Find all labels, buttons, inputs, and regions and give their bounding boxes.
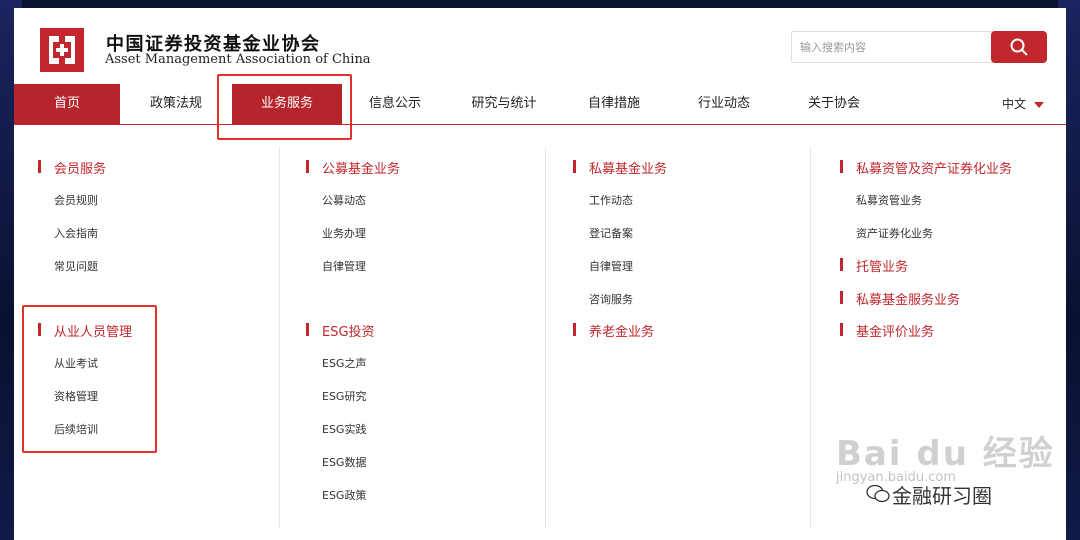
- dropdown-caret-icon: [1034, 101, 1045, 108]
- menu-item[interactable]: 自律管理: [589, 258, 633, 274]
- menu-section-member-services[interactable]: 会员服务: [37, 158, 106, 177]
- nav-about[interactable]: 关于协会: [788, 84, 880, 124]
- menu-section-pension[interactable]: 养老金业务: [572, 321, 654, 340]
- menu-item[interactable]: 后续培训: [54, 421, 98, 437]
- watermark: Bai du 经验: [836, 434, 1055, 474]
- menu-section-esg[interactable]: ESG投资: [306, 321, 375, 340]
- nav-self-regulation[interactable]: 自律措施: [568, 84, 660, 124]
- nav-research[interactable]: 研究与统计: [454, 84, 554, 124]
- menu-item[interactable]: 咨询服务: [589, 291, 633, 307]
- webpage: 中国证券投资基金业协会 Asset Management Association…: [14, 8, 1066, 540]
- menu-item[interactable]: 工作动态: [589, 192, 633, 208]
- menu-section-practitioner-management[interactable]: 从业人员管理: [37, 321, 132, 340]
- language-label: 中文: [1002, 97, 1027, 111]
- menu-item[interactable]: 常见问题: [54, 258, 98, 274]
- menu-item[interactable]: 私募资管业务: [856, 192, 922, 208]
- column-divider: [545, 148, 546, 528]
- menu-item[interactable]: ESG实践: [322, 421, 366, 437]
- menu-item[interactable]: 业务办理: [322, 225, 366, 241]
- nav-policy[interactable]: 政策法规: [130, 84, 222, 124]
- menu-item[interactable]: ESG政策: [322, 487, 366, 503]
- menu-section-custody[interactable]: 托管业务: [839, 256, 908, 275]
- column-divider: [279, 148, 280, 528]
- menu-item[interactable]: ESG之声: [322, 355, 366, 371]
- menu-section-private-funds[interactable]: 私募基金业务: [572, 158, 667, 177]
- menu-item[interactable]: 自律管理: [322, 258, 366, 274]
- search-button[interactable]: [991, 31, 1047, 63]
- menu-item[interactable]: 入会指南: [54, 225, 98, 241]
- menu-section-public-funds[interactable]: 公募基金业务: [305, 158, 400, 177]
- menu-section-private-am-abs[interactable]: 私募资管及资产证券化业务: [839, 158, 1012, 177]
- search-icon: [1010, 38, 1028, 56]
- logo-icon[interactable]: [40, 28, 84, 72]
- language-selector[interactable]: 中文: [1002, 84, 1045, 124]
- menu-item[interactable]: 登记备案: [589, 225, 633, 241]
- menu-item[interactable]: 从业考试: [54, 355, 98, 371]
- nav-disclosure[interactable]: 信息公示: [350, 84, 440, 124]
- nav-industry-news[interactable]: 行业动态: [678, 84, 770, 124]
- menu-section-fund-evaluation[interactable]: 基金评价业务: [839, 321, 934, 340]
- main-nav: 首页 政策法规 业务服务 信息公示 研究与统计 自律措施 行业动态 关于协会 中…: [14, 84, 1066, 125]
- search-bar: [791, 31, 1047, 63]
- menu-section-private-fund-services[interactable]: 私募基金服务业务: [839, 289, 960, 308]
- menu-item[interactable]: ESG数据: [322, 454, 366, 470]
- menu-item[interactable]: 资格管理: [54, 388, 98, 404]
- watermark-overlay: 金融研习圈: [892, 484, 992, 508]
- column-divider: [810, 148, 811, 528]
- search-input[interactable]: [791, 31, 1008, 63]
- nav-business-services[interactable]: 业务服务: [232, 84, 342, 124]
- menu-item[interactable]: 公募动态: [322, 192, 366, 208]
- menu-item[interactable]: ESG研究: [322, 388, 366, 404]
- org-name-en: Asset Management Association of China: [105, 52, 371, 67]
- nav-home[interactable]: 首页: [14, 84, 120, 124]
- menu-item[interactable]: 会员规则: [54, 192, 98, 208]
- menu-item[interactable]: 资产证券化业务: [856, 225, 933, 241]
- wechat-icon: [866, 484, 890, 503]
